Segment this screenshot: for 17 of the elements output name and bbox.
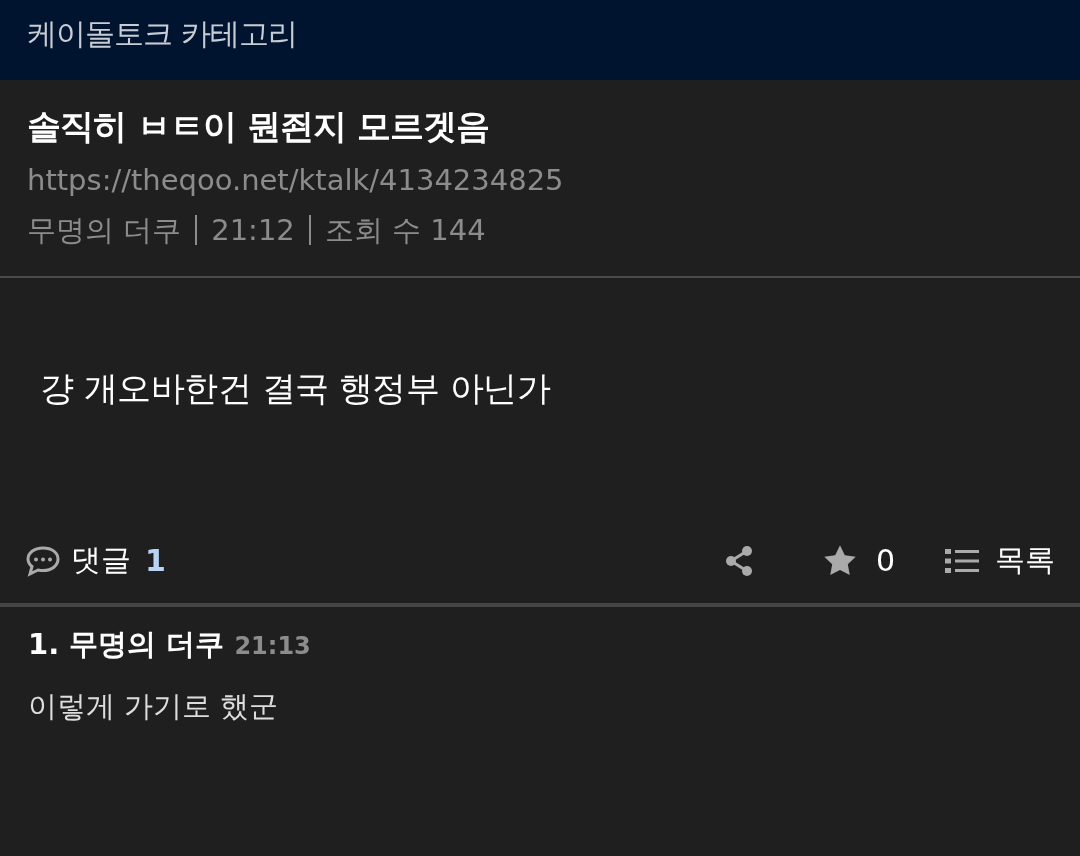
- comment-text: 이렇게 가기로 했군: [28, 688, 280, 725]
- comment-count: 1: [145, 543, 166, 578]
- view-count: 조회 수 144: [324, 212, 486, 249]
- author-name: 무명의 더쿠: [27, 212, 182, 249]
- list-button[interactable]: 목록: [945, 540, 1055, 581]
- list-icon: [945, 547, 979, 574]
- post-body-text: 걍 개오바한건 결국 행정부 아닌가: [39, 367, 552, 410]
- post-time: 21:12: [211, 212, 295, 249]
- comment-time: 21:13: [234, 632, 311, 660]
- like-count: 0: [875, 543, 895, 578]
- comment-author: 1. 무명의 더쿠: [28, 626, 225, 663]
- post-url-link[interactable]: https://theqoo.net/ktalk/4134234825: [27, 158, 1053, 202]
- share-icon[interactable]: [723, 544, 754, 577]
- post-title: 솔직히 ㅂㅌ이 뭔죈지 모르겟음: [27, 105, 490, 148]
- speech-bubble-icon[interactable]: [25, 544, 61, 577]
- comments-label: 댓글: [71, 541, 131, 579]
- category-title: 케이돌토크 카테고리: [27, 14, 297, 53]
